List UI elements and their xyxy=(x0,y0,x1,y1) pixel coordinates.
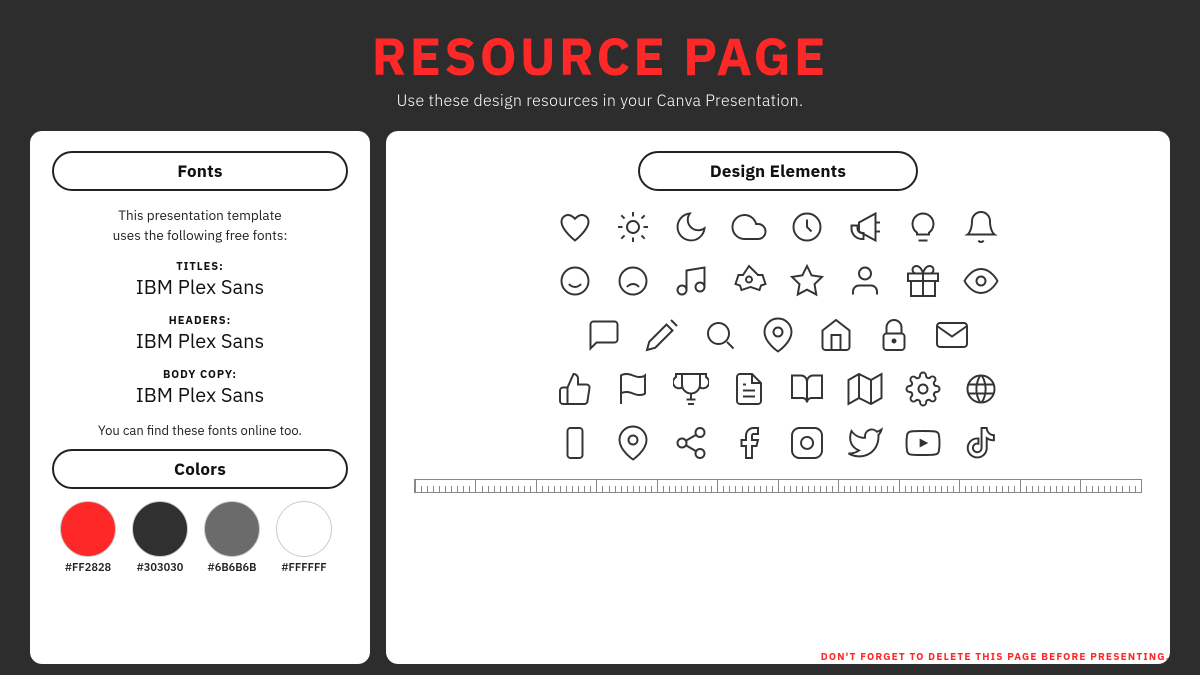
icons-row-2 xyxy=(414,257,1142,305)
pin-icon xyxy=(754,311,802,359)
footer-note: DON'T FORGET TO DELETE THIS PAGE BEFORE … xyxy=(821,650,1170,663)
twitter-icon xyxy=(841,419,889,467)
color-hex-dark: #303030 xyxy=(137,561,184,575)
icons-row-1 xyxy=(414,203,1142,251)
mail-icon xyxy=(928,311,976,359)
fonts-title: Fonts xyxy=(52,151,348,191)
color-swatch-dark xyxy=(132,501,188,557)
icons-row-3 xyxy=(414,311,1142,359)
page-subtitle: Use these design resources in your Canva… xyxy=(0,91,1200,111)
smile-icon xyxy=(551,257,599,305)
pencil-icon xyxy=(638,311,686,359)
icons-row-4 xyxy=(414,365,1142,413)
page-title: RESOURCE PAGE xyxy=(0,28,1200,85)
icons-row-5 xyxy=(414,419,1142,467)
home-icon xyxy=(812,311,860,359)
heart-icon xyxy=(551,203,599,251)
globe-icon xyxy=(957,365,1005,413)
font-entry-headers: HEADERS: IBM Plex Sans xyxy=(52,314,348,354)
search-icon xyxy=(696,311,744,359)
cloud-icon xyxy=(725,203,773,251)
flag-icon xyxy=(609,365,657,413)
color-swatch-white xyxy=(276,501,332,557)
right-panel: Design Elements xyxy=(386,131,1170,664)
ruler xyxy=(414,475,1142,493)
ruler-inner xyxy=(414,479,1142,493)
ruler-ticks xyxy=(415,480,1141,492)
music-icon xyxy=(667,257,715,305)
sun-icon xyxy=(609,203,657,251)
colors-section: Colors #FF2828 #303030 #6B6B6B #FFFFFF xyxy=(52,449,348,575)
color-item-white: #FFFFFF xyxy=(276,501,332,575)
bell-icon xyxy=(957,203,1005,251)
location-icon xyxy=(609,419,657,467)
font-entry-body: BODY COPY: IBM Plex Sans xyxy=(52,368,348,408)
color-item-dark: #303030 xyxy=(132,501,188,575)
colors-title: Colors xyxy=(52,449,348,489)
chat-icon xyxy=(580,311,628,359)
color-hex-white: #FFFFFF xyxy=(281,561,326,575)
frown-icon xyxy=(609,257,657,305)
megaphone-icon xyxy=(841,203,889,251)
gift-icon xyxy=(899,257,947,305)
moon-icon xyxy=(667,203,715,251)
phone-icon xyxy=(551,419,599,467)
trophy-icon xyxy=(667,365,715,413)
color-item-gray: #6B6B6B xyxy=(204,501,260,575)
book-icon xyxy=(783,365,831,413)
lock-icon xyxy=(870,311,918,359)
color-swatch-gray xyxy=(204,501,260,557)
color-item-red: #FF2828 xyxy=(60,501,116,575)
person-icon xyxy=(841,257,889,305)
page-header: RESOURCE PAGE Use these design resources… xyxy=(0,0,1200,119)
clock-icon xyxy=(783,203,831,251)
find-fonts-text: You can find these fonts online too. xyxy=(52,422,348,439)
instagram-icon xyxy=(783,419,831,467)
gear-icon xyxy=(899,365,947,413)
design-elements-title: Design Elements xyxy=(638,151,918,191)
rocket-icon xyxy=(725,257,773,305)
icons-grid xyxy=(414,203,1142,467)
map-icon xyxy=(841,365,889,413)
font-entry-titles: TITLES: IBM Plex Sans xyxy=(52,260,348,300)
youtube-icon xyxy=(899,419,947,467)
eye-icon xyxy=(957,257,1005,305)
share-icon xyxy=(667,419,715,467)
facebook-icon xyxy=(725,419,773,467)
color-hex-gray: #6B6B6B xyxy=(208,561,257,575)
color-swatch-red xyxy=(60,501,116,557)
thumbsup-icon xyxy=(551,365,599,413)
main-content: Fonts This presentation templateuses the… xyxy=(0,119,1200,674)
fonts-description: This presentation templateuses the follo… xyxy=(52,205,348,246)
color-swatches: #FF2828 #303030 #6B6B6B #FFFFFF xyxy=(52,501,348,575)
document-icon xyxy=(725,365,773,413)
color-hex-red: #FF2828 xyxy=(65,561,111,575)
star-icon xyxy=(783,257,831,305)
left-panel: Fonts This presentation templateuses the… xyxy=(30,131,370,664)
tiktok-icon xyxy=(957,419,1005,467)
lightbulb-icon xyxy=(899,203,947,251)
